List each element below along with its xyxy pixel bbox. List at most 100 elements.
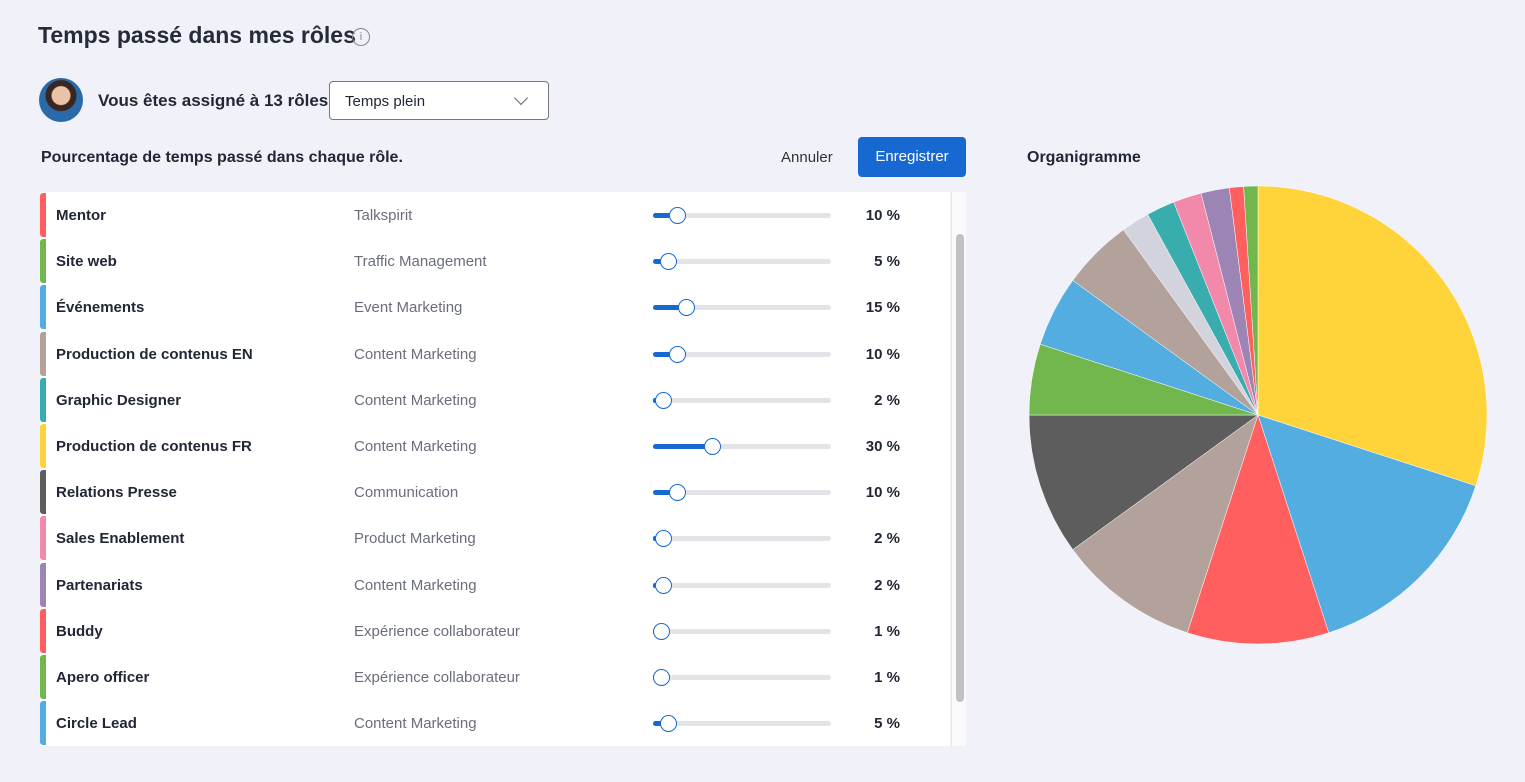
role-percent: 10 % [865,484,900,502]
role-name: Production de contenus EN [56,345,253,363]
role-category: Communication [354,484,459,502]
role-row: Production de contenus EN Content Market… [40,331,950,377]
percent-slider[interactable] [653,253,831,271]
role-percent: 1 % [874,622,900,640]
role-percent: 2 % [874,391,900,409]
role-category: Content Marketing [354,576,477,594]
role-color-bar [40,239,46,284]
slider-thumb[interactable] [704,438,722,455]
role-row: Partenariats Content Marketing 2 % [40,562,950,608]
role-percent: 10 % [865,345,900,363]
role-category: Content Marketing [354,715,477,733]
percent-slider[interactable] [653,715,831,733]
scrollbar[interactable] [951,192,966,746]
percent-slider[interactable] [653,576,831,594]
percent-slider[interactable] [653,484,831,502]
role-name: Sales Enablement [56,530,185,548]
role-row: Apero officer Expérience collaborateur 1… [40,654,950,700]
percent-slider[interactable] [653,345,831,363]
page-title: Temps passé dans mes rôles [38,22,356,48]
save-button[interactable]: Enregistrer [858,137,966,177]
percent-slider[interactable] [653,391,831,409]
time-type-select[interactable]: Temps plein [329,81,549,120]
role-percent: 2 % [874,530,900,548]
role-category: Content Marketing [354,438,477,455]
role-category: Content Marketing [354,391,477,409]
role-category: Talkspirit [354,207,413,224]
role-color-bar [40,655,46,699]
role-category: Content Marketing [354,345,477,363]
percent-slider[interactable] [653,299,831,317]
percent-slider[interactable] [653,530,831,548]
avatar [39,78,83,122]
role-row: Graphic Designer Content Marketing 2 % [40,377,950,423]
percent-slider[interactable] [653,438,831,455]
role-percent: 2 % [874,576,900,594]
chart-title: Organigramme [1027,149,1141,166]
slider-thumb[interactable] [659,253,677,271]
chevron-down-icon [513,90,529,106]
role-row: Événements Event Marketing 15 % [40,284,950,330]
role-category: Expérience collaborateur [354,622,520,640]
role-color-bar [40,608,46,653]
role-color-bar [40,285,46,330]
scrollbar-thumb[interactable] [956,234,964,702]
role-row: Mentor Talkspirit 10 % [40,192,950,238]
role-row: Buddy Expérience collaborateur 1 % [40,608,950,654]
role-percent: 5 % [874,253,900,271]
slider-fill [653,305,680,311]
slider-thumb[interactable] [654,530,672,548]
slider-fill [653,444,707,449]
role-category: Product Marketing [354,530,476,548]
role-color-bar [40,377,46,422]
role-color-bar [40,193,46,237]
role-color-bar [40,424,46,468]
info-icon[interactable]: i [352,28,370,46]
role-color-bar [40,701,46,746]
role-percent: 1 % [874,669,900,686]
slider-thumb[interactable] [668,484,686,502]
slider-thumb[interactable] [659,715,677,733]
role-percent: 15 % [865,299,900,317]
role-color-bar [40,331,46,376]
assigned-roles-text: Vous êtes assigné à 13 rôles [98,91,329,110]
role-percent: 30 % [865,438,900,455]
role-name: Site web [56,253,117,271]
slider-thumb[interactable] [653,669,670,686]
slider-thumb[interactable] [677,299,695,317]
role-color-bar [40,562,46,607]
role-row: Relations Presse Communication 10 % [40,469,950,515]
role-row: Sales Enablement Product Marketing 2 % [40,515,950,561]
role-name: Relations Presse [56,484,177,502]
percent-slider[interactable] [653,622,831,640]
cancel-button[interactable]: Annuler [770,140,844,176]
role-category: Event Marketing [354,299,463,317]
role-name: Production de contenus FR [56,438,252,455]
percent-slider[interactable] [653,207,831,224]
role-color-bar [40,470,46,515]
role-name: Apero officer [56,669,150,686]
role-name: Mentor [56,207,106,224]
slider-thumb[interactable] [654,576,672,594]
role-name: Circle Lead [56,715,137,733]
roles-list: Mentor Talkspirit 10 % Site web Traffic … [40,192,950,746]
section-subtitle: Pourcentage de temps passé dans chaque r… [41,149,403,166]
pie-chart [1028,185,1488,645]
role-row: Circle Lead Content Marketing 5 % [40,700,950,746]
role-category: Traffic Management [354,253,487,271]
role-name: Partenariats [56,576,143,594]
role-percent: 5 % [874,715,900,733]
role-name: Buddy [56,622,103,640]
role-row: Production de contenus FR Content Market… [40,423,950,469]
slider-thumb[interactable] [668,207,686,224]
select-value: Temps plein [345,93,426,110]
slider-thumb[interactable] [668,345,686,363]
slider-thumb[interactable] [654,391,672,409]
slider-thumb[interactable] [653,622,670,640]
role-color-bar [40,516,46,561]
role-category: Expérience collaborateur [354,669,520,686]
role-row: Site web Traffic Management 5 % [40,238,950,284]
percent-slider[interactable] [653,669,831,686]
role-name: Événements [56,299,145,317]
role-name: Graphic Designer [56,391,182,409]
